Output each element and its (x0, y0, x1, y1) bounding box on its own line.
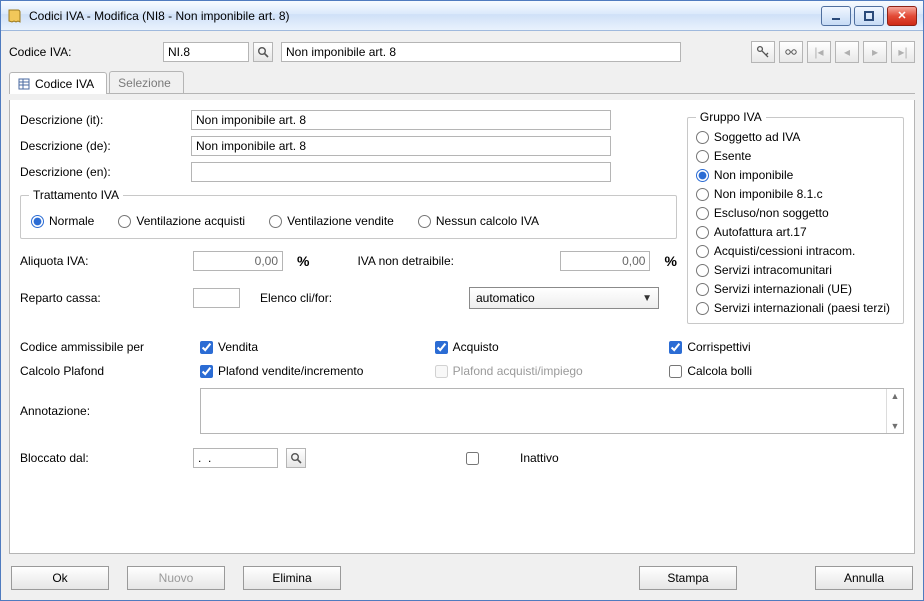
desc-it-input[interactable] (191, 110, 611, 130)
bloccato-lookup-button[interactable] (286, 448, 306, 468)
titlebar: Codici IVA - Modifica (NI8 - Non imponib… (1, 1, 923, 31)
tool-link-icon[interactable] (779, 41, 803, 63)
desc-en-label: Descrizione (en): (20, 165, 185, 179)
gruppo-radio-4[interactable]: Escluso/non soggetto (696, 206, 895, 220)
ok-button[interactable]: Ok (11, 566, 109, 590)
gruppo-radio-0[interactable]: Soggetto ad IVA (696, 130, 895, 144)
tab-codice-iva[interactable]: Codice IVA (9, 72, 107, 94)
desc-it-label: Descrizione (it): (20, 113, 185, 127)
nuovo-button[interactable]: Nuovo (127, 566, 225, 590)
gruppo-radio-label: Servizi internazionali (paesi terzi) (714, 301, 890, 315)
gruppo-radio-label: Soggetto ad IVA (714, 130, 801, 144)
radio-ventilazione-vendite[interactable]: Ventilazione vendite (269, 214, 394, 228)
gruppo-radio-7[interactable]: Servizi intracomunitari (696, 263, 895, 277)
gruppo-radio-label: Servizi intracomunitari (714, 263, 832, 277)
tab-codice-label: Codice IVA (35, 77, 94, 91)
gruppo-radio-6[interactable]: Acquisti/cessioni intracom. (696, 244, 895, 258)
app-icon (7, 8, 23, 24)
check-plafond-acquisti[interactable]: Plafond acquisti/impiego (435, 364, 670, 378)
gruppo-radio-label: Non imponibile 8.1.c (714, 187, 823, 201)
aliquota-label: Aliquota IVA: (20, 254, 185, 268)
lookup-codice-button[interactable] (253, 42, 273, 62)
check-acquisto[interactable]: Acquisto (435, 340, 670, 354)
tool-key-icon[interactable] (751, 41, 775, 63)
bloccato-input[interactable] (193, 448, 278, 468)
nav-prev-button[interactable]: ◂ (835, 41, 859, 63)
toolbar: |◂ ◂ ▸ ▸| (751, 41, 915, 63)
gruppo-radio-label: Non imponibile (714, 168, 793, 182)
gruppo-iva-legend: Gruppo IVA (696, 110, 766, 124)
radio-nessun-calcolo[interactable]: Nessun calcolo IVA (418, 214, 539, 228)
percent-symbol-1: % (297, 253, 309, 269)
reparto-label: Reparto cassa: (20, 291, 185, 305)
check-plafond-vendite[interactable]: Plafond vendite/incremento (200, 364, 435, 378)
aliquota-input[interactable] (193, 251, 283, 271)
gruppo-radio-3[interactable]: Non imponibile 8.1.c (696, 187, 895, 201)
annulla-button[interactable]: Annulla (815, 566, 913, 590)
percent-symbol-2: % (664, 253, 676, 269)
check-calcola-bolli[interactable]: Calcola bolli (669, 364, 904, 378)
iva-non-detraibile-input[interactable] (560, 251, 650, 271)
maximize-button[interactable] (854, 6, 884, 26)
window: Codici IVA - Modifica (NI8 - Non imponib… (0, 0, 924, 601)
elimina-button[interactable]: Elimina (243, 566, 341, 590)
desc-de-label: Descrizione (de): (20, 139, 185, 153)
annotazione-textarea[interactable]: ▲▼ (200, 388, 904, 434)
codice-desc-input[interactable] (281, 42, 681, 62)
gruppo-radio-label: Autofattura art.17 (714, 225, 807, 239)
code-row: Codice IVA: |◂ ◂ ▸ ▸| (9, 41, 915, 63)
window-title: Codici IVA - Modifica (NI8 - Non imponib… (29, 9, 815, 23)
gruppo-radio-8[interactable]: Servizi internazionali (UE) (696, 282, 895, 296)
desc-en-input[interactable] (191, 162, 611, 182)
radio-normale[interactable]: Normale (31, 214, 94, 228)
elenco-label: Elenco cli/for: (260, 291, 425, 305)
elenco-select[interactable]: automatico ▼ (469, 287, 659, 309)
gruppo-iva-group: Gruppo IVA Soggetto ad IVA Esente Non impo… (687, 110, 904, 324)
tab-selezione-label: Selezione (118, 76, 171, 90)
elenco-selected: automatico (476, 291, 535, 305)
tab-body: Descrizione (it): Descrizione (de): Desc… (9, 100, 915, 554)
gruppo-radio-label: Servizi internazionali (UE) (714, 282, 852, 296)
client-area: Codice IVA: |◂ ◂ ▸ ▸| Codice IVA Sel (1, 31, 923, 600)
description-group: Descrizione (it): Descrizione (de): Desc… (20, 110, 677, 182)
scrollbar[interactable]: ▲▼ (886, 389, 903, 433)
gruppo-radio-label: Esente (714, 149, 751, 163)
minimize-button[interactable] (821, 6, 851, 26)
reparto-input[interactable] (193, 288, 240, 308)
trattamento-legend: Trattamento IVA (29, 188, 123, 202)
button-bar: Ok Nuovo Elimina Stampa Annulla (9, 560, 915, 592)
codice-label: Codice IVA: (9, 45, 159, 59)
desc-de-input[interactable] (191, 136, 611, 156)
bloccato-label: Bloccato dal: (20, 451, 185, 465)
stampa-button[interactable]: Stampa (639, 566, 737, 590)
nav-first-button[interactable]: |◂ (807, 41, 831, 63)
codice-ammissibile-label: Codice ammissibile per (20, 340, 200, 354)
check-corrispettivi[interactable]: Corrispettivi (669, 340, 904, 354)
gruppo-radio-label: Escluso/non soggetto (714, 206, 829, 220)
gruppo-radio-5[interactable]: Autofattura art.17 (696, 225, 895, 239)
scroll-up-icon[interactable]: ▲ (891, 391, 900, 401)
close-button[interactable]: ✕ (887, 6, 917, 26)
gruppo-radio-1[interactable]: Esente (696, 149, 895, 163)
grid-icon (18, 78, 30, 90)
radio-ventilazione-acquisti[interactable]: Ventilazione acquisti (118, 214, 245, 228)
trattamento-group: Trattamento IVA Normale Ventilazione acq… (20, 188, 677, 239)
scroll-down-icon[interactable]: ▼ (891, 421, 900, 431)
tab-selezione[interactable]: Selezione (109, 71, 184, 93)
gruppo-radio-2[interactable]: Non imponibile (696, 168, 895, 182)
check-vendita[interactable]: Vendita (200, 340, 435, 354)
tabstrip: Codice IVA Selezione (9, 71, 915, 94)
check-inattivo[interactable]: Inattivo (430, 451, 559, 465)
chevron-down-icon: ▼ (642, 293, 652, 304)
gruppo-radio-9[interactable]: Servizi internazionali (paesi terzi) (696, 301, 895, 315)
iva-non-detraibile-label: IVA non detraibile: (357, 254, 522, 268)
calcolo-plafond-label: Calcolo Plafond (20, 364, 200, 378)
codice-input[interactable] (163, 42, 249, 62)
annotazione-label: Annotazione: (20, 404, 200, 418)
gruppo-radio-label: Acquisti/cessioni intracom. (714, 244, 855, 258)
nav-last-button[interactable]: ▸| (891, 41, 915, 63)
nav-next-button[interactable]: ▸ (863, 41, 887, 63)
